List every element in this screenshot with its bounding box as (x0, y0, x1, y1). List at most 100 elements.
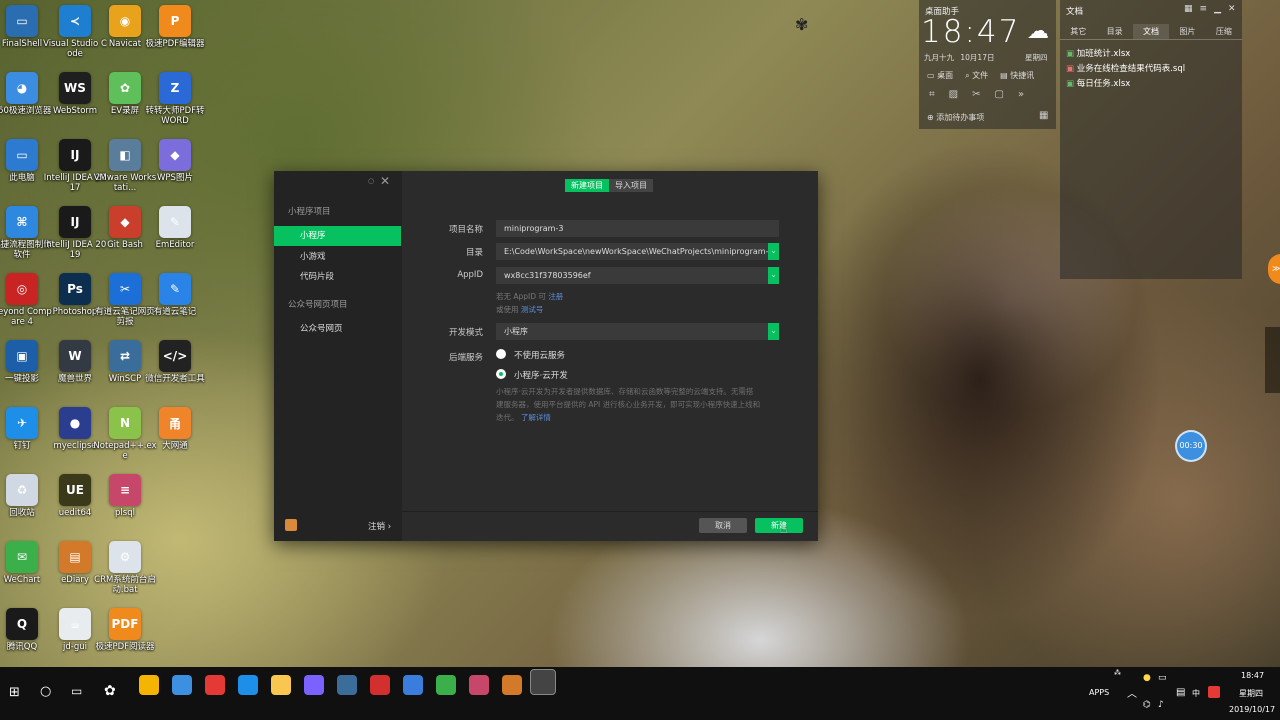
docs-tab[interactable]: 文档 (1132, 24, 1170, 39)
chevron-down-icon[interactable]: ⌄ (768, 323, 779, 340)
sogou-ime-icon[interactable] (1208, 686, 1220, 698)
cancel-button[interactable]: 取消 (699, 518, 747, 533)
cloud-description-line2: 建服务器，使用平台提供的 API 进行核心业务开发，即可实现小程序快速上线和 (496, 400, 761, 409)
ediary-icon[interactable] (502, 675, 522, 695)
minimize-dot-icon[interactable]: ○ (368, 177, 374, 185)
desktop-icon[interactable]: 甬大网通 (143, 407, 207, 451)
docs-file-item[interactable]: ▣ 加班统计.xlsx (1066, 47, 1185, 62)
desktop-icon-label: 微信开发者工具 (145, 374, 205, 384)
app-icon: WS (59, 72, 91, 104)
docs-tab[interactable]: 图片 (1169, 24, 1205, 39)
wechat-devtools-icon[interactable] (530, 669, 556, 695)
chevron-up-icon[interactable]: ︿ (1127, 685, 1137, 700)
side-float-button[interactable]: ≫ (1268, 254, 1280, 284)
desktop-icon[interactable]: ⚙ CRM系统前台启动.bat (93, 541, 157, 595)
taskbar-weekday[interactable]: 星期四 (1239, 688, 1263, 699)
learn-more-link[interactable]: 了解详情 (521, 413, 551, 422)
notification-icon[interactable]: ▤ (1176, 687, 1185, 698)
docs-tab[interactable]: 压缩 (1206, 24, 1242, 39)
widget-shortcut-quick[interactable]: ▤ 快捷讯 (1000, 70, 1034, 81)
dingtalk-icon[interactable] (238, 675, 258, 695)
wechat-icon[interactable] (436, 675, 456, 695)
apps-label[interactable]: APPS (1089, 688, 1109, 697)
floating-timer[interactable]: 00:30 (1175, 430, 1207, 462)
test-account-link[interactable]: 测试号 (521, 305, 544, 314)
chevron-down-icon[interactable]: ⌄ (768, 267, 779, 284)
plsql-icon[interactable] (469, 675, 489, 695)
ime-indicator[interactable]: 中 (1192, 688, 1200, 699)
section-official-account: 公众号网页项目 (288, 300, 348, 310)
vm-icon[interactable] (403, 675, 423, 695)
chevron-down-icon[interactable]: ⌄ (768, 243, 779, 260)
volume-icon[interactable]: ♪ (1158, 700, 1164, 710)
git-icon[interactable] (370, 675, 390, 695)
radio-cloud-dev[interactable] (496, 369, 506, 379)
avatar[interactable] (285, 519, 297, 531)
desktop-icon[interactable]: Z 转转大师PDF转WORD (143, 72, 207, 126)
dev-mode-select[interactable]: 小程序 ⌄ (496, 323, 779, 340)
app-icon: ◉ (109, 5, 141, 37)
tray-app-icon[interactable]: ● (1143, 673, 1151, 683)
create-button[interactable]: 新建 (755, 518, 803, 533)
action-center-icon[interactable]: ⁂ (1114, 669, 1121, 677)
grid-icon[interactable]: ▦ (1184, 4, 1193, 14)
windows-start-icon[interactable]: ⊞ (9, 685, 20, 700)
documents-widget: 文档 ▦ ≡ ▁ ✕ 其它 目录 文档 图片 压缩 ▣ 加班统计.xlsx ▣ 业务在线检… (1060, 0, 1242, 279)
desktop-icon-label: WPS图片 (157, 173, 193, 183)
sidebar-item-miniprogram[interactable]: 小程序 (274, 226, 401, 246)
task-view-icon[interactable]: ▭ (71, 684, 82, 698)
app-icon: </> (159, 340, 191, 372)
crop-icon[interactable]: ⌗ (929, 89, 935, 100)
image-icon[interactable]: ▨ (949, 89, 958, 100)
directory-field[interactable]: E:\Code\WorkSpace\newWorkSpace\WeChatPro… (496, 243, 779, 260)
docs-file-item[interactable]: ▣ 业务在线检查结果代码表.sql (1066, 62, 1185, 77)
widget-shortcut-desktop[interactable]: ▭ 桌面 (927, 70, 953, 81)
add-todo-button[interactable]: ⊕ 添加待办事项 (927, 112, 984, 123)
search-circle-icon[interactable]: ○ (40, 684, 51, 699)
file-explorer-icon[interactable] (271, 675, 291, 695)
remote-desktop-icon[interactable] (337, 675, 357, 695)
chrome-icon[interactable] (205, 675, 225, 695)
network-icon[interactable]: ⌬ (1143, 700, 1151, 710)
taskbar-date[interactable]: 2019/10/17 (1229, 705, 1275, 714)
taskbar-time[interactable]: 18:47 (1241, 671, 1264, 680)
desktop-icon[interactable]: ◆ WPS图片 (143, 139, 207, 183)
appid-field[interactable]: wx8cc31f37803596ef ⌄ (496, 267, 779, 284)
tab-new-project[interactable]: 新建项目 (565, 179, 609, 192)
app-icon: ⌘ (6, 206, 38, 238)
logout-link[interactable]: 注销 › (368, 520, 391, 532)
close-icon[interactable]: ✕ (1228, 4, 1236, 14)
widget-shortcut-files[interactable]: ⌕ 文件 (965, 70, 988, 81)
docs-tab[interactable]: 其它 (1060, 24, 1096, 39)
desktop-icon[interactable]: PDF 极速PDF阅读器 (93, 608, 157, 652)
desktop-icon[interactable]: </> 微信开发者工具 (143, 340, 207, 384)
window-icon[interactable]: ▢ (994, 89, 1003, 100)
idea-icon[interactable] (304, 675, 324, 695)
project-name-input[interactable]: miniprogram-3 (496, 220, 779, 237)
register-link[interactable]: 注册 (548, 292, 563, 301)
grid-icon[interactable]: ▦ (1039, 110, 1048, 121)
section-miniprogram: 小程序项目 (288, 207, 331, 217)
menu-icon[interactable]: ≡ (1200, 4, 1208, 14)
tab-import-project[interactable]: 导入项目 (609, 179, 653, 192)
chrome-icon[interactable] (139, 675, 159, 695)
desktop-icon[interactable]: ✎ EmEditor (143, 206, 207, 250)
docs-tab[interactable]: 目录 (1096, 24, 1132, 39)
close-icon[interactable]: ✕ (380, 174, 390, 188)
docs-file-item[interactable]: ▣ 每日任务.xlsx (1066, 77, 1185, 92)
radio-no-cloud[interactable] (496, 349, 506, 359)
right-edge-tab[interactable] (1265, 327, 1280, 393)
flower-app-icon[interactable]: ✿ (104, 683, 116, 699)
desktop-icon[interactable]: ✎ 有道云笔记 (143, 273, 207, 317)
battery-icon[interactable]: ▭ (1158, 673, 1167, 683)
tools-icon[interactable]: ✂ (972, 89, 980, 100)
weather-cloud-icon: ☁ (1027, 19, 1049, 44)
sidebar-item-minigame[interactable]: 小游戏 (274, 247, 401, 267)
expand-icon[interactable]: » (1018, 89, 1024, 100)
sidebar-item-official-web[interactable]: 公众号网页 (274, 319, 401, 339)
desktop-icon[interactable]: ≡ plsql (93, 474, 157, 518)
browser-icon[interactable] (172, 675, 192, 695)
sidebar-item-code-snippet[interactable]: 代码片段 (274, 267, 401, 287)
minimize-icon[interactable]: ▁ (1214, 4, 1221, 14)
desktop-icon[interactable]: P 极速PDF编辑器 (143, 5, 207, 49)
